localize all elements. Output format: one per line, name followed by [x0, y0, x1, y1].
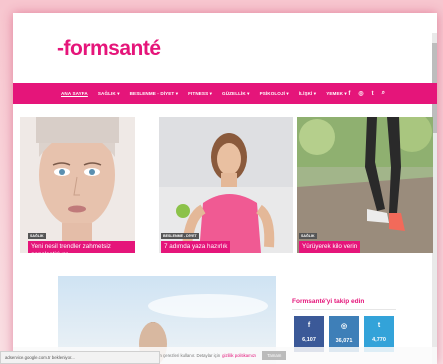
follower-count: 36,071	[335, 338, 353, 344]
article-title[interactable]: 7 adımda yaza hazırlık	[161, 241, 231, 253]
browser-status-bar: adservice.google.com.tr bekleniyor...	[0, 351, 160, 364]
category-tag[interactable]: SAĞLIK	[299, 233, 317, 239]
nav-social-icons: f ◎ t ⌕	[340, 83, 385, 104]
twitter-icon[interactable]: t	[372, 91, 374, 97]
nav-item-psikoloji[interactable]: PSİKOLOJİ ▾	[260, 91, 289, 97]
nav-item-saglik[interactable]: SAĞLIK ▾	[98, 91, 120, 97]
nav-item-home[interactable]: ANA SAYFA	[61, 91, 88, 96]
twitter-icon: t	[377, 322, 381, 329]
article-card[interactable]: SAĞLIK Yürüyerek kilo verin	[297, 117, 433, 253]
divider	[292, 309, 396, 310]
article-card[interactable]: SAĞLIK Yeni nesil trendler zahmetsiz gen…	[20, 117, 135, 253]
article-image	[297, 117, 433, 253]
web-page: -formsanté ANA SAYFA SAĞLIK ▾ BESLENME -…	[13, 13, 437, 364]
facebook-icon[interactable]: f	[348, 91, 350, 97]
follower-count: 4,770	[372, 337, 386, 343]
facebook-icon: f	[307, 322, 311, 329]
privacy-link[interactable]: gizlilik politikamızı	[222, 353, 256, 358]
article-title[interactable]: Yeni nesil trendler zahmetsiz gençleştir…	[28, 241, 135, 253]
site-logo[interactable]: -formsanté	[57, 37, 161, 61]
search-icon[interactable]: ⌕	[382, 90, 385, 97]
category-tag[interactable]: SAĞLIK	[28, 233, 46, 239]
follower-count: 6,107	[302, 337, 316, 343]
sidebar-title: Formsanté'yi takip edin	[292, 298, 365, 305]
cookie-accept-button[interactable]: Tamam	[262, 351, 287, 360]
nav-item-iliski[interactable]: İLİŞKİ ▾	[299, 91, 316, 97]
nav-item-fitness[interactable]: FITNESS ▾	[188, 91, 212, 97]
category-tag[interactable]: BESLENME - DİYET	[161, 233, 199, 239]
instagram-icon: ◎	[340, 323, 348, 330]
article-card[interactable]: BESLENME - DİYET 7 adımda yaza hazırlık	[159, 117, 293, 253]
nav-item-guzellik[interactable]: GÜZELLİK ▾	[222, 91, 250, 97]
instagram-icon[interactable]: ◎	[358, 90, 363, 97]
article-title[interactable]: Yürüyerek kilo verin	[299, 241, 361, 253]
main-nav: ANA SAYFA SAĞLIK ▾ BESLENME - DİYET ▾ FI…	[13, 83, 437, 104]
nav-item-beslenme[interactable]: BESLENME - DİYET ▾	[130, 91, 179, 97]
